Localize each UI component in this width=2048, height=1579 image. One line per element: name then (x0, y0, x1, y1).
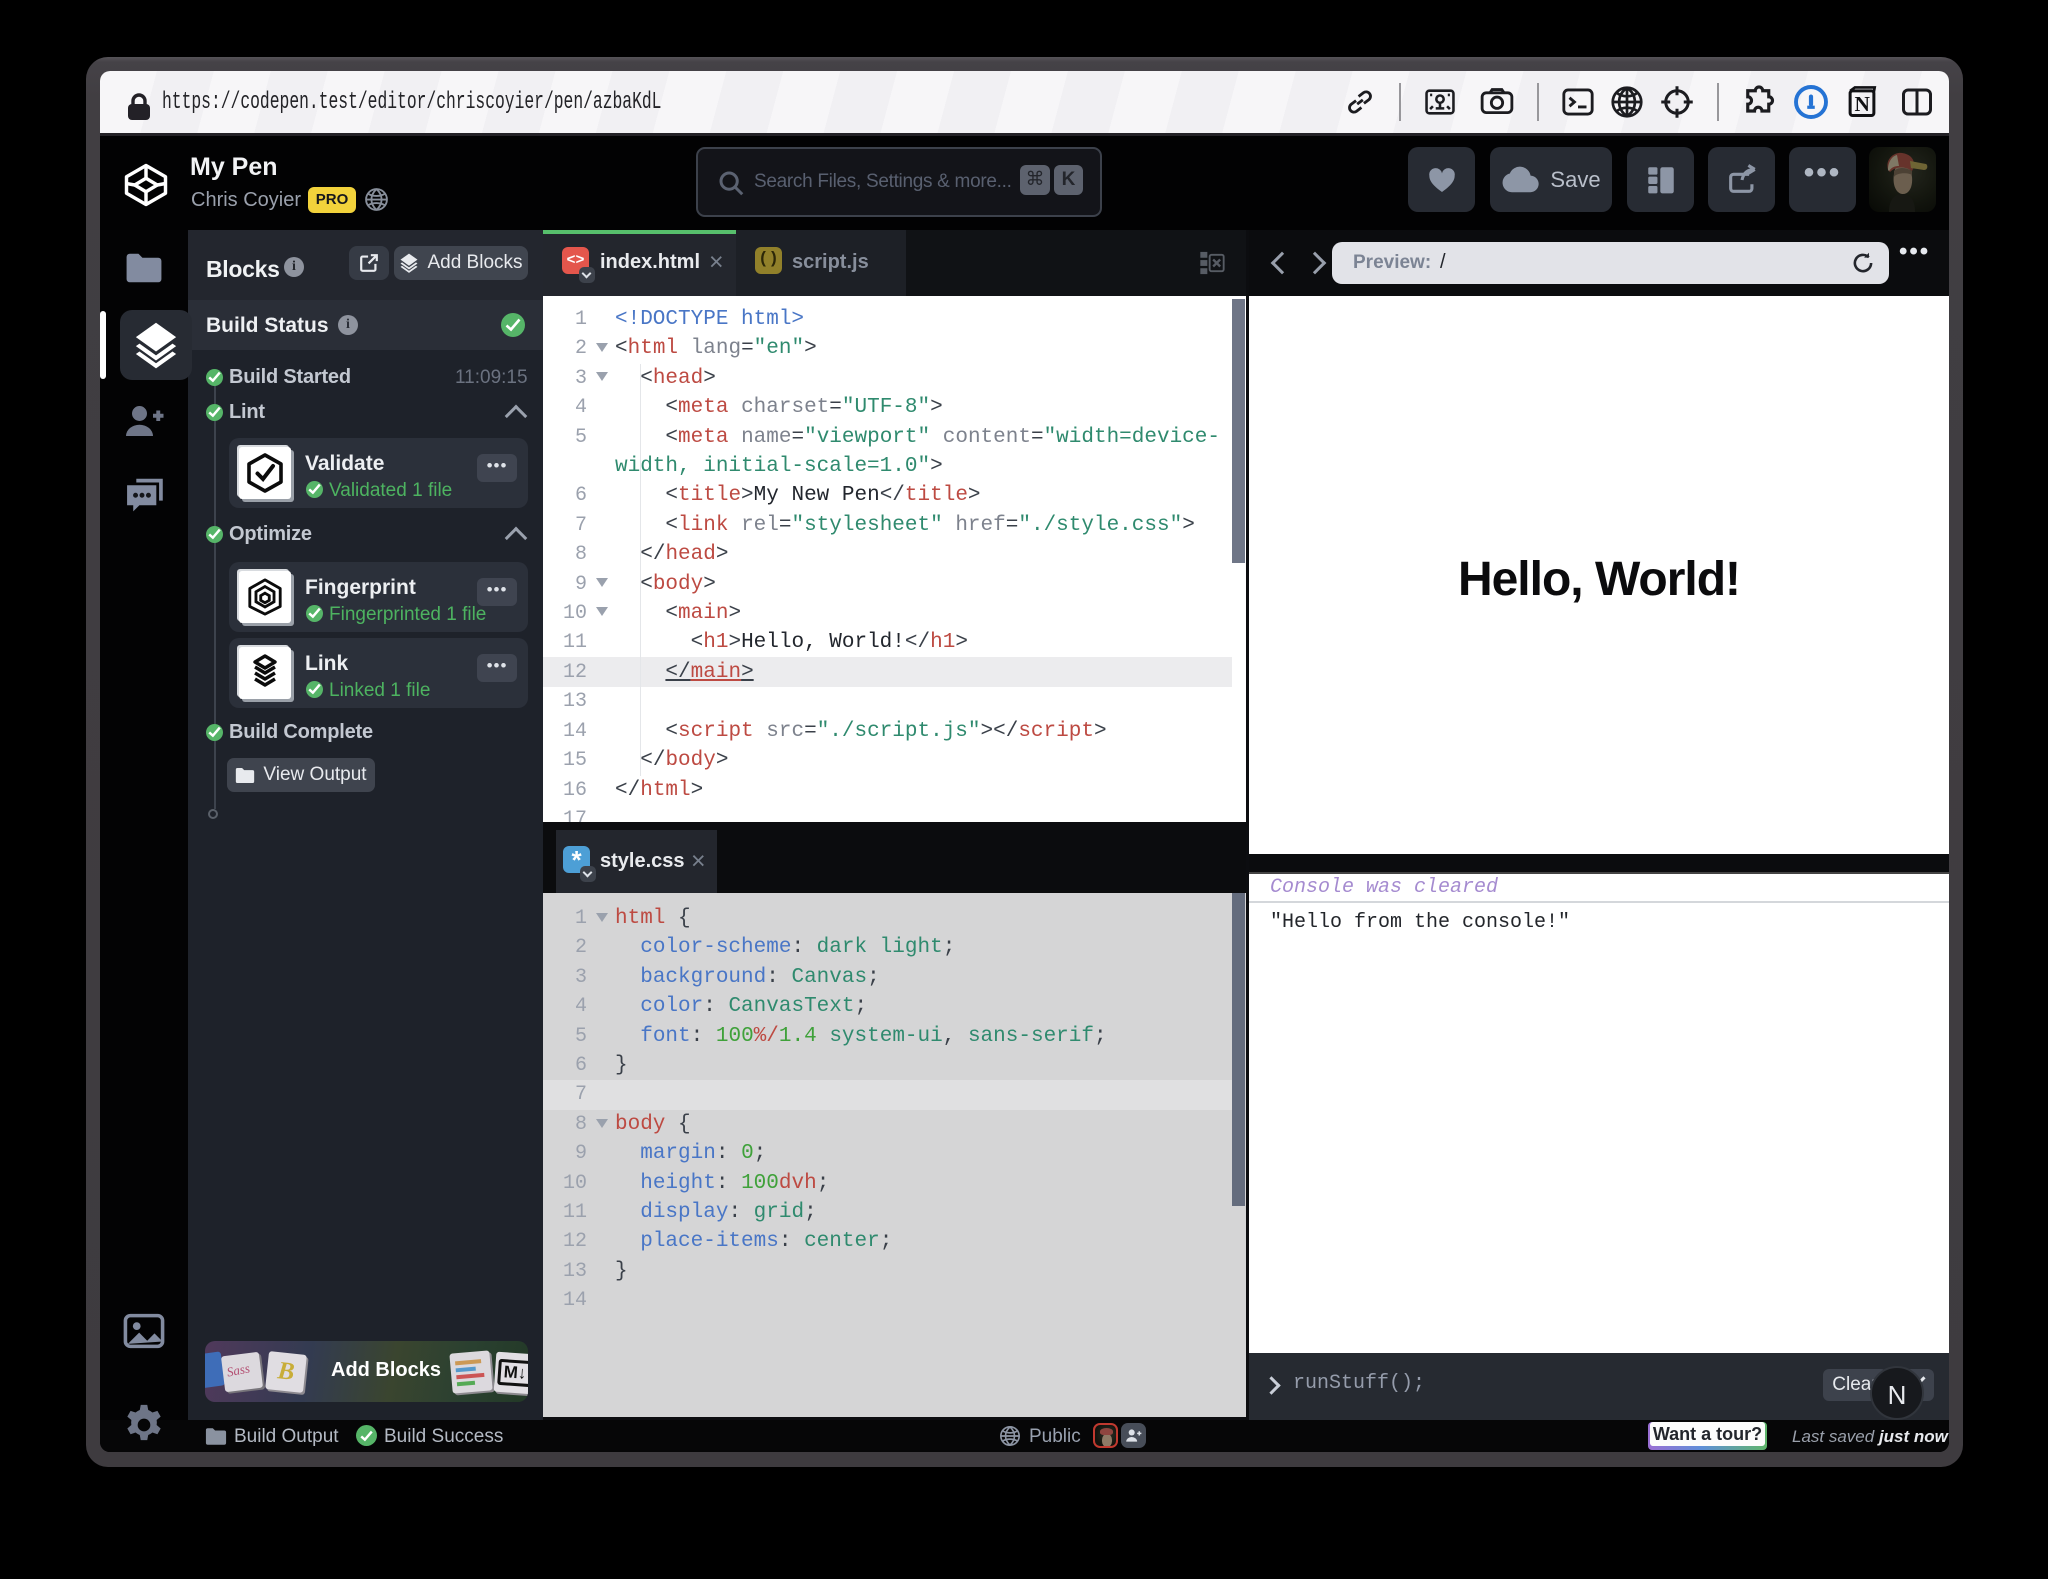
svg-text:N: N (1855, 92, 1871, 116)
